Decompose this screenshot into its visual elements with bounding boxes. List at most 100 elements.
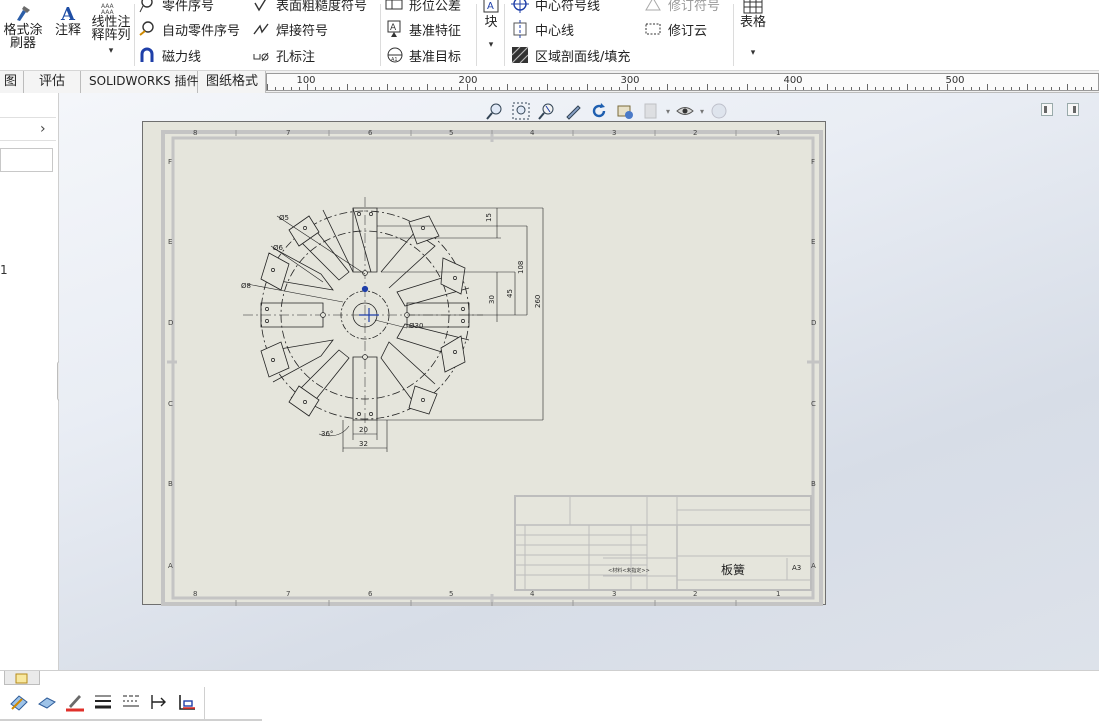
color-display-mode-icon[interactable] [176,691,198,713]
revision-symbol-button[interactable]: 修订符号 [644,0,720,15]
sheet-tab[interactable] [4,671,40,685]
ruler-tick [1035,87,1036,90]
rotate-icon[interactable] [588,100,610,122]
note-button[interactable]: A 注释 [52,4,84,37]
hide-show-edges-icon[interactable] [148,691,170,713]
separator [134,4,135,66]
line-style-icon[interactable] [120,691,142,713]
chevron-right-icon[interactable]: › [40,121,46,137]
balloon-button[interactable]: 零件序号 [138,0,214,15]
hide-show-icon[interactable] [674,100,696,122]
dimension-text: 36° [321,430,333,438]
ruler-tick [315,87,316,90]
line-color-icon[interactable] [64,691,86,713]
ruler-tick [883,87,884,90]
zone-letter: E [811,238,815,246]
graphics-area[interactable]: ▾ ▾ 8 7 6 5 4 3 2 1 8 7 6 5 4 3 2 1 F E … [59,93,1099,670]
revision-cloud-button[interactable]: 修订云 [644,18,707,40]
zone-letter: D [811,319,816,327]
dropdown-arrow-icon[interactable]: ▾ [88,45,134,58]
bottom-toolbar-area [0,670,1099,724]
zoom-to-selection-icon[interactable] [536,100,558,122]
drawing-sheet[interactable]: 8 7 6 5 4 3 2 1 8 7 6 5 4 3 2 1 F E D C [142,121,826,606]
zone-letter: A [811,562,816,570]
note-array-icon: AAAAAA [101,3,115,14]
tab-drawing[interactable]: 图 [0,71,24,93]
datum-target-label: 基准目标 [409,49,462,65]
ruler-tick [1027,84,1028,90]
magnetic-line-button[interactable]: 磁力线 [138,44,201,66]
dropdown-arrow-icon[interactable]: ▾ [737,47,769,60]
panel-row[interactable] [0,117,56,141]
zone-number: 3 [612,590,616,598]
ruler-tick [419,87,420,90]
revision-symbol-label: 修订符号 [668,0,721,14]
dropdown-arrow-icon[interactable]: ▾ [700,107,704,116]
ruler-tick [499,87,500,90]
balloon-label: 零件序号 [162,0,215,14]
ruler-tick [403,87,404,90]
note-icon: A [60,4,76,22]
feature-manager-panel: › 1 [0,93,65,670]
eraser-icon[interactable] [36,691,58,713]
panel-filter-field[interactable] [0,148,53,172]
ruler-tick [435,87,436,90]
centermark-button[interactable]: 中心符号线 [511,0,600,15]
redraw-icon[interactable] [614,100,636,122]
tile-icon[interactable] [1067,103,1079,116]
area-hatch-button[interactable]: 区域剖面线/填充 [511,44,630,66]
ruler-tick [331,87,332,90]
ruler-tick [1011,87,1012,90]
datum-feature-button[interactable]: A 基准特征 [385,18,461,40]
dimension-text: Ø8 [241,282,251,290]
weld-symbol-button[interactable]: 焊接符号 [252,18,328,40]
tab-solidworks-addins[interactable]: SOLIDWORKS 插件 [81,71,198,93]
ruler-tick [363,87,364,90]
ruler-tick [1059,87,1060,90]
datum-target-button[interactable]: A1 基准目标 [385,44,461,66]
ruler-tick [571,87,572,90]
zone-number: 8 [193,129,197,137]
geometric-tolerance-button[interactable]: 形位公差 [385,0,461,15]
ruler-tick [339,87,340,90]
dimension-text: Ø30 [409,322,423,330]
zone-number: 3 [612,129,616,137]
block-button[interactable]: A 块 ▾ [479,0,503,52]
note-label: 注释 [54,23,81,38]
ruler-tick [1003,87,1004,90]
tab-evaluate[interactable]: 评估 [24,71,81,93]
zone-number: 7 [286,590,290,598]
dropdown-arrow-icon[interactable]: ▾ [666,107,670,116]
appearance-icon[interactable] [708,100,730,122]
restore-icon[interactable] [1041,103,1053,116]
pan-icon[interactable] [562,100,584,122]
zoom-to-area-icon[interactable] [510,100,532,122]
divider [0,719,262,721]
ruler-tick [851,87,852,90]
dropdown-arrow-icon[interactable]: ▾ [479,39,503,52]
surface-finish-button[interactable]: 表面粗糙度符号 [252,0,367,15]
ruler-tick [683,87,684,90]
tab-sheet-format[interactable]: 图纸格式 [198,71,266,93]
zone-letter: C [168,400,173,408]
zone-letter: E [168,238,172,246]
table-button[interactable]: 表格 ▾ [737,0,769,60]
hole-callout-button[interactable]: 孔标注 [252,44,315,66]
sheet-outer-border [161,130,823,606]
datum-feature-icon: A [385,20,403,38]
auto-balloon-button[interactable]: 自动零件序号 [138,18,240,40]
dimension-text: 32 [359,440,368,448]
centerline-button[interactable]: 中心线 [511,18,574,40]
line-thickness-icon[interactable] [92,691,114,713]
zoom-to-fit-icon[interactable] [484,100,506,122]
ruler-tick [859,87,860,90]
linear-note-array-button[interactable]: AAA AAA 线性注 释阵列 ▾ [88,2,134,58]
format-painter-button[interactable]: 格式涂 刷器 [2,4,44,50]
ruler-tick [771,87,772,90]
display-style-icon[interactable] [640,100,662,122]
dimension-text: 45 [506,289,514,298]
command-manager-ribbon: 格式涂 刷器 A 注释 AAA AAA 线性注 释阵列 ▾ 零件序号 自动零件序号… [0,0,1099,71]
area-hatch-icon [511,46,529,64]
layer-icon[interactable] [8,691,30,713]
hole-callout-icon [252,46,270,64]
